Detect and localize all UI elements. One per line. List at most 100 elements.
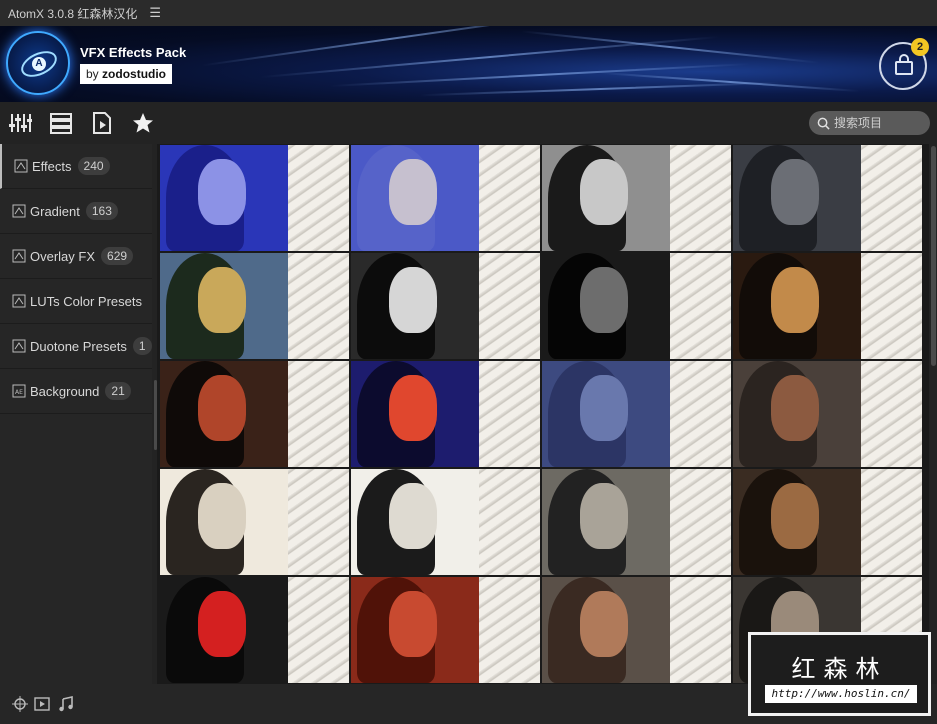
thumbnail-photo — [351, 253, 479, 359]
thumbnail-face — [389, 591, 437, 657]
thumbnail-face — [198, 159, 246, 225]
preset-grid — [160, 145, 922, 683]
thumbnail-photo — [160, 361, 288, 467]
watermark-url: http://www.hoslin.cn/ — [765, 685, 917, 703]
video-icon[interactable] — [34, 696, 50, 712]
thumbnail-blinds — [479, 253, 540, 359]
preset-thumbnail[interactable] — [733, 469, 922, 575]
preset-thumbnail[interactable] — [542, 577, 731, 683]
preset-thumbnail[interactable] — [542, 361, 731, 467]
thumbnail-photo — [160, 145, 288, 251]
preset-thumbnail[interactable] — [160, 469, 349, 575]
author-name: zodostudio — [102, 67, 167, 81]
thumbnail-blinds — [861, 145, 922, 251]
pack-title: VFX Effects Pack — [80, 45, 187, 60]
thumbnail-face — [198, 375, 246, 441]
ae-project-icon — [12, 339, 26, 353]
crosshair-icon[interactable] — [12, 696, 28, 712]
favorites-star-icon[interactable] — [131, 111, 155, 135]
thumbnail-photo — [733, 469, 861, 575]
thumbnail-face — [389, 267, 437, 333]
thumbnail-photo — [542, 361, 670, 467]
thumbnail-photo — [351, 361, 479, 467]
preset-grid-area — [157, 144, 929, 684]
sidebar-item-duotone-presets[interactable]: Duotone Presets 1 — [0, 324, 152, 369]
thumbnail-blinds — [479, 361, 540, 467]
thumbnail-face — [771, 483, 819, 549]
author-prefix: by — [86, 67, 99, 81]
preset-thumbnail[interactable] — [733, 145, 922, 251]
thumbnail-photo — [160, 577, 288, 683]
thumbnail-face — [771, 267, 819, 333]
watermark-overlay: 红森林 http://www.hoslin.cn/ — [748, 632, 931, 716]
music-note-icon[interactable] — [58, 696, 74, 712]
preset-thumbnail[interactable] — [160, 577, 349, 683]
thumbnail-blinds — [288, 469, 349, 575]
thumbnail-face — [580, 375, 628, 441]
ae-project-icon — [12, 249, 26, 263]
ae-project-icon — [12, 294, 26, 308]
search-box[interactable] — [809, 111, 930, 135]
sliders-icon[interactable] — [8, 111, 32, 135]
thumbnail-face — [389, 159, 437, 225]
thumbnail-blinds — [288, 361, 349, 467]
preset-thumbnail[interactable] — [733, 253, 922, 359]
thumbnail-blinds — [670, 253, 731, 359]
grid-scrollbar[interactable] — [931, 146, 936, 366]
preset-thumbnail[interactable] — [542, 253, 731, 359]
thumbnail-photo — [733, 145, 861, 251]
thumbnail-blinds — [288, 145, 349, 251]
list-view-icon[interactable] — [49, 111, 73, 135]
thumbnail-blinds — [861, 469, 922, 575]
preset-thumbnail[interactable] — [542, 469, 731, 575]
preset-thumbnail[interactable] — [733, 361, 922, 467]
thumbnail-blinds — [861, 361, 922, 467]
thumbnail-photo — [542, 577, 670, 683]
thumbnail-photo — [160, 469, 288, 575]
thumbnail-blinds — [479, 145, 540, 251]
media-file-icon[interactable] — [90, 111, 114, 135]
thumbnail-face — [771, 159, 819, 225]
thumbnail-face — [389, 375, 437, 441]
thumbnail-blinds — [479, 577, 540, 683]
preset-thumbnail[interactable] — [351, 253, 540, 359]
preset-thumbnail[interactable] — [542, 145, 731, 251]
preset-thumbnail[interactable] — [351, 577, 540, 683]
thumbnail-blinds — [288, 253, 349, 359]
thumbnail-photo — [542, 253, 670, 359]
sidebar-item-label: Overlay FX — [30, 248, 96, 264]
app-title: AtomX 3.0.8 红森林汉化 — [8, 6, 138, 21]
thumbnail-face — [580, 591, 628, 657]
svg-text:AE: AE — [15, 389, 23, 396]
thumbnail-photo — [351, 145, 479, 251]
sidebar-item-overlay-fx[interactable]: Overlay FX 629 — [0, 234, 152, 279]
sidebar-item-background[interactable]: AE Background 21 — [0, 369, 152, 414]
thumbnail-face — [771, 375, 819, 441]
sidebar-item-label: Effects — [32, 158, 72, 174]
thumbnail-blinds — [670, 145, 731, 251]
cart-button[interactable]: 2 — [879, 38, 929, 90]
watermark-title: 红森林 — [791, 655, 888, 683]
preset-thumbnail[interactable] — [351, 361, 540, 467]
ae-file-icon: AE — [12, 384, 26, 398]
preset-thumbnail[interactable] — [351, 469, 540, 575]
preset-thumbnail[interactable] — [160, 145, 349, 251]
thumbnail-photo — [542, 145, 670, 251]
sidebar-item-effects[interactable]: Effects 240 — [0, 144, 152, 189]
thumbnail-photo — [160, 253, 288, 359]
sidebar-item-luts-color-presets[interactable]: LUTs Color Presets — [0, 279, 152, 324]
preset-thumbnail[interactable] — [351, 145, 540, 251]
hamburger-icon[interactable]: ☰ — [149, 5, 161, 21]
sidebar-item-label: Background — [30, 383, 100, 399]
thumbnail-photo — [733, 361, 861, 467]
sidebar-item-count: 1 — [132, 337, 152, 355]
preset-thumbnail[interactable] — [160, 361, 349, 467]
thumbnail-face — [198, 591, 246, 657]
thumbnail-face — [580, 267, 628, 333]
sidebar-item-count: 163 — [85, 202, 118, 220]
ae-project-icon — [14, 159, 28, 173]
search-input[interactable] — [834, 116, 924, 130]
ae-project-icon — [12, 204, 26, 218]
preset-thumbnail[interactable] — [160, 253, 349, 359]
sidebar-item-gradient[interactable]: Gradient 163 — [0, 189, 152, 234]
